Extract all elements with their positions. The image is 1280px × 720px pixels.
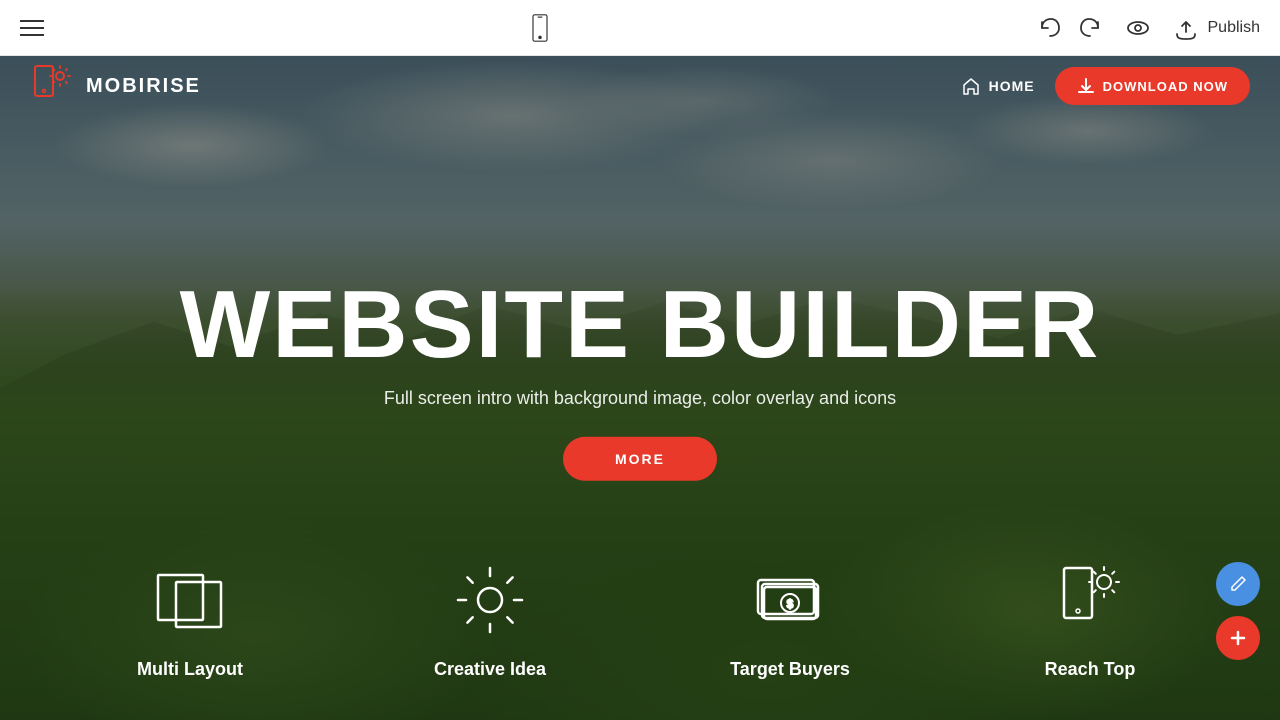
features-row: Multi Layout: [0, 540, 1280, 720]
redo-button[interactable]: [1076, 14, 1104, 42]
hero-subtitle: Full screen intro with background image,…: [64, 388, 1216, 409]
hamburger-menu[interactable]: [20, 20, 44, 36]
phone-preview-button[interactable]: [526, 14, 554, 42]
logo-icon: [30, 62, 74, 111]
eye-icon: [1124, 14, 1152, 42]
fab-add-button[interactable]: [1216, 616, 1260, 660]
toolbar-center: [526, 14, 554, 42]
reach-top-label: Reach Top: [1045, 659, 1136, 680]
upload-icon: [1172, 14, 1200, 42]
feature-multi-layout: Multi Layout: [90, 560, 290, 680]
multi-layout-icon: [150, 560, 230, 645]
preview-button[interactable]: [1124, 14, 1152, 42]
mobirise-logo-icon: [30, 62, 74, 106]
download-button[interactable]: DOWNLOAD NOW: [1055, 67, 1250, 105]
redo-icon: [1076, 14, 1104, 42]
site-navbar: MOBIRISE HOME DOWNLOAD NOW: [0, 56, 1280, 116]
home-icon: [961, 76, 981, 96]
hero-content: WEBSITE BUILDER Full screen intro with b…: [64, 275, 1216, 481]
publish-label: Publish: [1208, 19, 1260, 37]
reach-top-icon: [1050, 560, 1130, 645]
logo-text: MOBIRISE: [86, 75, 201, 98]
toolbar-right: Publish: [1036, 14, 1260, 42]
main-content: MOBIRISE HOME DOWNLOAD NOW: [0, 56, 1280, 720]
hero-title: WEBSITE BUILDER: [64, 275, 1216, 376]
creative-idea-icon: [450, 560, 530, 645]
hero-section: MOBIRISE HOME DOWNLOAD NOW: [0, 56, 1280, 720]
pencil-icon: [1228, 574, 1248, 594]
fab-container: [1216, 562, 1260, 660]
more-button[interactable]: MORE: [563, 437, 717, 481]
plus-icon: [1228, 628, 1248, 648]
undo-redo-group: [1036, 14, 1104, 42]
svg-text:$: $: [787, 597, 794, 611]
phone-icon: [526, 14, 554, 42]
target-buyers-label: Target Buyers: [730, 659, 850, 680]
home-label: HOME: [989, 78, 1035, 94]
toolbar-left: [20, 20, 44, 36]
download-label: DOWNLOAD NOW: [1103, 79, 1228, 94]
nav-right: HOME DOWNLOAD NOW: [961, 67, 1250, 105]
undo-button[interactable]: [1036, 14, 1064, 42]
undo-icon: [1036, 14, 1064, 42]
publish-button[interactable]: Publish: [1172, 14, 1260, 42]
feature-target-buyers: $ Target Buyers: [690, 560, 890, 680]
feature-creative-idea: Creative Idea: [390, 560, 590, 680]
logo-area: MOBIRISE: [30, 62, 201, 111]
toolbar: Publish: [0, 0, 1280, 56]
feature-reach-top: Reach Top: [990, 560, 1190, 680]
multi-layout-label: Multi Layout: [137, 659, 243, 680]
target-buyers-icon: $: [750, 560, 830, 645]
download-icon: [1077, 77, 1095, 95]
fab-edit-button[interactable]: [1216, 562, 1260, 606]
creative-idea-label: Creative Idea: [434, 659, 546, 680]
home-link[interactable]: HOME: [961, 76, 1035, 96]
